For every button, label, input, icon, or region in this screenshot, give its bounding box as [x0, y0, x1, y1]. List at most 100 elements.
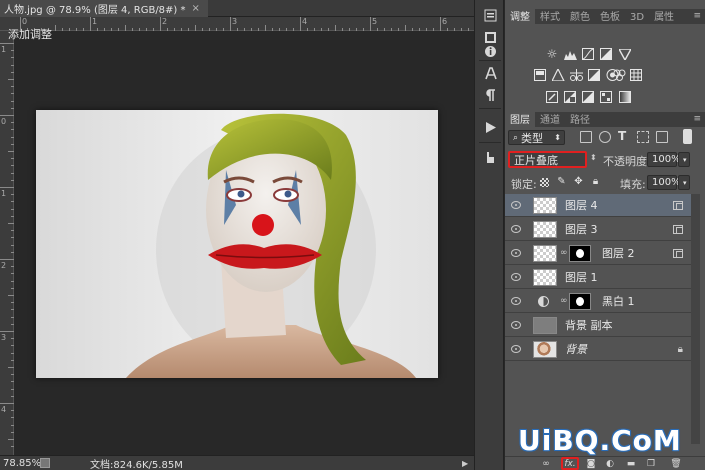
close-icon[interactable]: ×	[192, 3, 200, 14]
lock-pixels-icon[interactable]: ✎	[557, 176, 566, 187]
layer-row[interactable]: 背景 副本	[505, 314, 691, 337]
color-lookup-icon[interactable]	[629, 68, 643, 82]
exposure-icon[interactable]	[599, 47, 613, 61]
document-tab[interactable]: 人物.jpg @ 78.9% (图层 4, RGB/8#) * ×	[0, 0, 208, 17]
tab-swatches[interactable]: 色板	[595, 7, 625, 24]
layer-row[interactable]: 图层 3	[505, 218, 691, 241]
new-group-icon[interactable]: ▬	[626, 459, 636, 469]
actions-icon[interactable]	[480, 118, 500, 136]
ruler-tick	[223, 28, 224, 31]
lock-all-icon[interactable]: 🔒︎	[591, 176, 600, 187]
filter-toggle-switch[interactable]	[683, 129, 692, 144]
ruler-tick	[11, 302, 14, 304]
fill-input[interactable]: 100%	[647, 175, 681, 190]
ruler-tick	[349, 28, 350, 31]
opacity-input[interactable]: 100%	[647, 152, 681, 167]
character-icon[interactable]	[480, 64, 500, 82]
smart-object-filter-icon[interactable]	[656, 131, 668, 143]
fill-slider-toggle[interactable]: ▾	[678, 175, 690, 190]
info-icon[interactable]	[480, 42, 500, 60]
invert-icon[interactable]	[545, 90, 559, 104]
layer-row[interactable]: 图层 4	[505, 194, 691, 217]
triangle-icon[interactable]	[618, 47, 632, 61]
visibility-eye-icon[interactable]	[511, 249, 521, 257]
ruler-tick	[384, 28, 385, 31]
opacity-slider-toggle[interactable]: ▾	[678, 152, 690, 167]
selective-color-icon[interactable]	[599, 90, 613, 104]
tab-layers[interactable]: 图层	[505, 110, 535, 127]
tab-channels[interactable]: 通道	[535, 110, 565, 127]
brightness-icon[interactable]: ☼	[545, 47, 559, 61]
tool-presets-icon[interactable]	[480, 148, 500, 166]
layer-mask-thumbnail[interactable]	[569, 293, 591, 310]
chevron-down-icon: ⬍	[554, 133, 561, 142]
ruler-tick	[167, 28, 168, 31]
tab-styles[interactable]: 样式	[535, 7, 565, 24]
visibility-eye-icon[interactable]	[511, 345, 521, 353]
curves-icon[interactable]	[581, 47, 595, 61]
tab-properties[interactable]: 属性	[649, 7, 679, 24]
tab-paths[interactable]: 路径	[565, 110, 595, 127]
ruler-tick	[11, 107, 14, 109]
visibility-eye-icon[interactable]	[511, 201, 521, 209]
link-chain-icon[interactable]: ∞	[560, 296, 568, 306]
layers-scrollbar[interactable]	[691, 194, 700, 444]
adjustment-filter-icon[interactable]	[599, 131, 611, 143]
lock-transparent-icon[interactable]	[540, 178, 549, 187]
new-layer-icon[interactable]: ❐	[646, 459, 656, 469]
status-menu-arrow-icon[interactable]: ▶	[462, 459, 474, 468]
ruler-tick	[307, 28, 308, 31]
posterize-icon[interactable]	[563, 90, 577, 104]
layer-row[interactable]: ∞ 图层 2	[505, 242, 691, 265]
visibility-eye-icon[interactable]	[511, 273, 521, 281]
black-white-icon[interactable]	[587, 68, 601, 82]
levels-icon[interactable]	[563, 47, 577, 61]
ruler-tick	[11, 374, 14, 376]
link-chain-icon[interactable]: ∞	[560, 248, 568, 258]
lock-position-icon[interactable]: ✥	[574, 176, 583, 187]
zoom-level[interactable]: 78.85%	[0, 458, 41, 469]
status-info-icon[interactable]	[40, 458, 50, 468]
tab-adjustments[interactable]: 调整	[505, 7, 535, 24]
layer-row[interactable]: 背景 🔒︎	[505, 338, 691, 361]
vibrance-icon[interactable]	[533, 68, 547, 82]
smart-object-icon	[673, 224, 683, 234]
panel-menu-icon[interactable]: ≡	[693, 11, 701, 21]
layer-filter-select[interactable]: ⌕ 类型 ⬍	[508, 130, 565, 145]
hue-saturation-icon[interactable]	[551, 68, 565, 82]
link-icon[interactable]: ∞	[541, 459, 551, 469]
gradient-map-icon[interactable]	[618, 90, 632, 104]
threshold-icon[interactable]	[581, 90, 595, 104]
layer-row[interactable]: ∞ 黑白 1	[505, 290, 691, 313]
pixel-filter-icon[interactable]	[580, 131, 592, 143]
layers-list: 图层 4 图层 3 ∞ 图层 2 图层 1 ∞ 黑白 1 背景 副本 背景 🔒︎	[505, 194, 691, 361]
ruler-label: 4	[302, 17, 308, 26]
color-balance-icon[interactable]	[569, 68, 583, 82]
tab-3d[interactable]: 3D	[625, 11, 649, 24]
delete-icon[interactable]: 🗑︎	[670, 459, 681, 469]
lock-label: 锁定:	[511, 178, 537, 191]
tab-color[interactable]: 颜色	[565, 7, 595, 24]
type-filter-icon[interactable]: T	[618, 129, 626, 143]
layer-thumbnail	[533, 245, 557, 262]
layer-row[interactable]: 图层 1	[505, 266, 691, 289]
chevron-down-icon[interactable]: ⬍	[590, 153, 597, 162]
panel-menu-icon[interactable]: ≡	[693, 114, 701, 124]
ruler-tick	[11, 273, 14, 275]
ruler-tick	[11, 179, 14, 181]
new-adjustment-icon[interactable]: ◐	[605, 459, 615, 469]
shape-filter-icon[interactable]	[637, 131, 649, 143]
ruler-tick	[461, 28, 462, 31]
ruler-tick	[11, 230, 14, 232]
add-mask-icon[interactable]: ◙	[586, 459, 596, 469]
paragraph-icon[interactable]	[480, 86, 500, 104]
ruler-tick	[11, 194, 14, 196]
blend-mode-select[interactable]: 正片叠底	[508, 151, 587, 168]
visibility-eye-icon[interactable]	[511, 321, 521, 329]
layer-mask-thumbnail[interactable]	[569, 245, 591, 262]
history-icon[interactable]	[480, 6, 500, 24]
channel-mixer-icon[interactable]	[612, 68, 626, 82]
visibility-eye-icon[interactable]	[511, 297, 521, 305]
visibility-eye-icon[interactable]	[511, 225, 521, 233]
document-image[interactable]	[36, 110, 438, 378]
